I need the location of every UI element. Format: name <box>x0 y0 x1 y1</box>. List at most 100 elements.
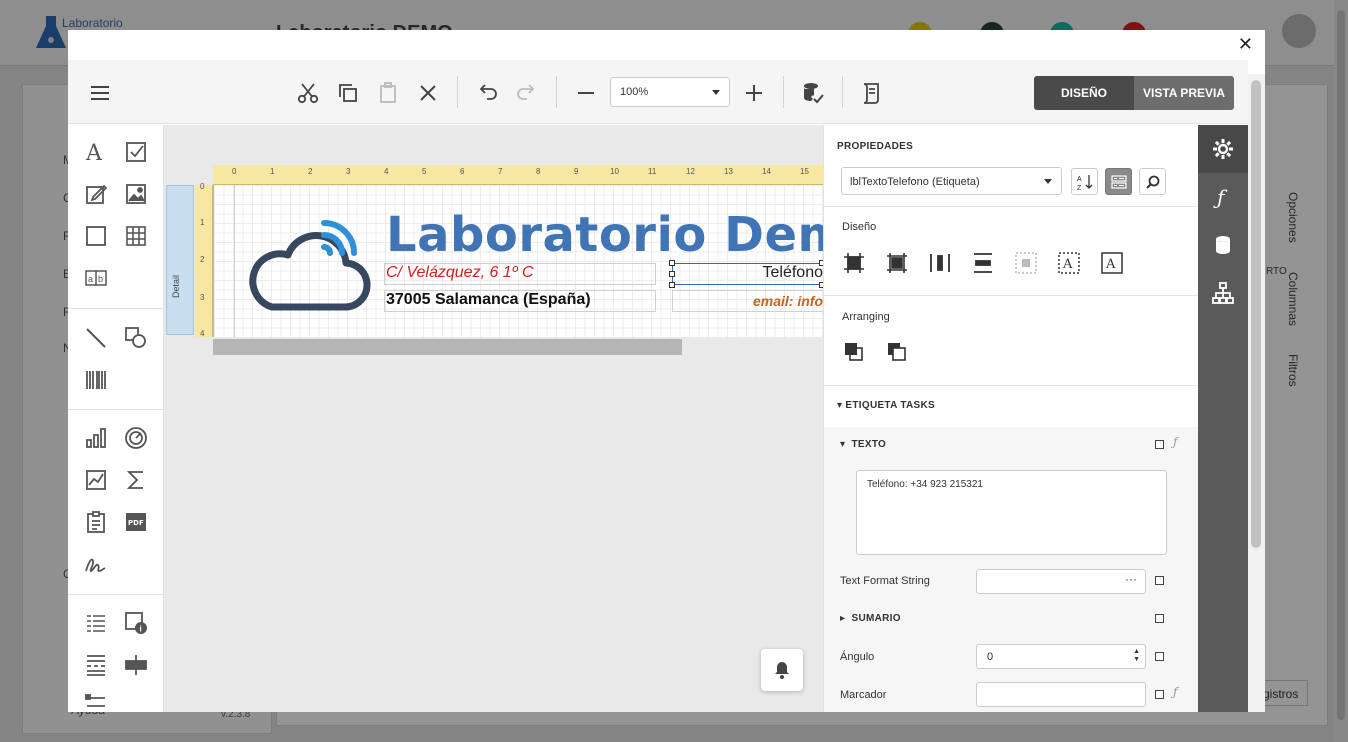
text-format-checkbox[interactable] <box>1155 576 1164 585</box>
zoom-in-icon[interactable] <box>741 80 767 106</box>
chart-tool-icon[interactable] <box>83 425 109 451</box>
zoom-select[interactable]: 100% <box>610 77 730 107</box>
sumario-checkbox[interactable] <box>1155 614 1164 623</box>
cloud-wifi-logo[interactable] <box>244 209 376 317</box>
ruler-tick: 7 <box>498 167 503 176</box>
vertical-ruler: 0 1 2 3 4 <box>195 182 213 338</box>
svg-text:i: i <box>140 625 142 634</box>
clipboard-tool-icon[interactable] <box>83 509 109 535</box>
design-mode-button[interactable]: DISEÑO <box>1034 76 1134 110</box>
tab-expressions[interactable]: ƒ <box>1198 173 1248 221</box>
texto-textarea[interactable]: Teléfono: +34 923 215321 <box>856 470 1167 555</box>
align-to-band-icon[interactable] <box>1013 250 1039 276</box>
center-horizontally-icon[interactable] <box>927 250 953 276</box>
email-label[interactable]: email: info <box>672 290 823 312</box>
toolbar-separator <box>783 76 784 108</box>
undo-icon[interactable] <box>474 80 500 106</box>
panel-tool-icon[interactable] <box>83 223 109 249</box>
checkbox-tool-icon[interactable] <box>123 139 149 165</box>
toolbar-separator <box>457 76 458 108</box>
shape-tool-icon[interactable] <box>123 325 149 351</box>
character-comb-tool-icon[interactable]: ab <box>83 265 109 291</box>
marcador-input[interactable] <box>976 682 1146 707</box>
categorized-icon <box>1110 174 1127 189</box>
marcador-expression-icon[interactable]: ƒ <box>1173 685 1177 699</box>
page-info-tool-icon[interactable]: i <box>123 610 149 636</box>
signature-tool-icon[interactable] <box>83 551 109 577</box>
texto-expression-icon[interactable]: ƒ <box>1173 435 1177 449</box>
categorized-view-button[interactable] <box>1105 168 1132 195</box>
center-vertically-icon[interactable] <box>970 250 996 276</box>
zoom-out-icon[interactable] <box>573 80 599 106</box>
etiqueta-tasks-header[interactable]: ▾ ETIQUETA TASKS <box>837 400 935 411</box>
phone-label-selected[interactable]: Teléfono <box>672 263 823 285</box>
cut-icon[interactable] <box>295 80 321 106</box>
validate-datasource-icon[interactable] <box>800 80 826 106</box>
barcode-tool-icon[interactable] <box>83 367 109 393</box>
gauge-tool-icon[interactable] <box>123 425 149 451</box>
modal-scrollbar-thumb[interactable] <box>1251 80 1261 548</box>
picture-tool-icon[interactable] <box>123 181 149 207</box>
resize-handle[interactable] <box>669 260 675 266</box>
toolbox-separator <box>68 409 164 410</box>
canvas-horizontal-scrollbar[interactable] <box>213 339 682 355</box>
spinner-arrows-icon[interactable]: ▲ ▼ <box>1133 648 1140 664</box>
report-scroll-icon[interactable] <box>858 80 884 106</box>
redo-icon[interactable] <box>514 80 540 106</box>
text-format-input[interactable]: ··· <box>976 569 1146 594</box>
notifications-button[interactable] <box>761 649 803 691</box>
texto-checkbox[interactable] <box>1155 440 1164 449</box>
line-tool-icon[interactable] <box>83 325 109 351</box>
city-label[interactable]: 37005 Salamanca (España) <box>384 290 656 312</box>
cross-band-tool-icon[interactable] <box>123 652 149 678</box>
close-modal-button[interactable]: ✕ <box>1238 34 1253 55</box>
report-page[interactable]: Laboratorio Demo C/ Velázquez, 6 1º C 37… <box>213 185 823 337</box>
hamburger-menu-icon[interactable] <box>87 80 113 106</box>
svg-text:A: A <box>1105 257 1116 272</box>
page-break-tool-icon[interactable] <box>83 652 109 678</box>
ruler-tick: 13 <box>724 167 733 176</box>
tab-report-explorer[interactable] <box>1198 269 1248 317</box>
design-section-label: Diseño <box>842 221 877 233</box>
copy-icon[interactable] <box>335 80 361 106</box>
search-properties-button[interactable] <box>1139 168 1166 195</box>
control-toolbox: A ab PDF i <box>68 125 164 712</box>
sort-alphabetical-button[interactable]: AZ <box>1071 168 1098 195</box>
tab-field-list[interactable] <box>1198 221 1248 269</box>
tab-properties[interactable] <box>1198 125 1248 173</box>
texto-group-header[interactable]: ▾ TEXTO <box>840 439 886 450</box>
sumario-group-header[interactable]: ▸ SUMARIO <box>840 613 901 624</box>
ruler-tick: 0 <box>232 167 237 176</box>
selected-object-select[interactable]: lblTextoTelefono (Etiqueta) <box>841 167 1062 195</box>
detail-band-tab[interactable]: Detail <box>166 185 194 335</box>
align-to-grid-icon[interactable] <box>841 250 867 276</box>
angulo-input[interactable]: 0 ▲ ▼ <box>976 644 1146 669</box>
size-to-content-width-icon[interactable]: A <box>1056 250 1082 276</box>
richtext-tool-icon[interactable] <box>83 181 109 207</box>
modal-scrollbar[interactable] <box>1248 74 1265 712</box>
table-tool-icon[interactable] <box>123 223 149 249</box>
size-to-content-icon[interactable]: A <box>1099 250 1125 276</box>
preview-mode-button[interactable]: VISTA PREVIA <box>1134 76 1234 110</box>
angulo-checkbox[interactable] <box>1155 652 1164 661</box>
summary-sigma-icon[interactable] <box>123 467 149 493</box>
marcador-checkbox[interactable] <box>1155 690 1164 699</box>
company-title-label[interactable]: Laboratorio Demo <box>386 207 823 263</box>
svg-text:A: A <box>1062 257 1073 272</box>
design-surface[interactable]: 0 1 2 3 4 5 6 7 8 9 10 11 12 13 14 15 0 … <box>164 125 823 712</box>
address-label[interactable]: C/ Velázquez, 6 1º C <box>384 263 656 285</box>
cross-line-tool-icon[interactable] <box>83 692 109 712</box>
ruler-tick: 2 <box>200 255 205 264</box>
ellipsis-icon[interactable]: ··· <box>1125 572 1137 586</box>
bring-to-front-icon[interactable] <box>841 339 867 365</box>
paste-icon[interactable] <box>375 80 401 106</box>
resize-handle[interactable] <box>669 271 675 277</box>
resize-handle[interactable] <box>669 282 675 288</box>
pdf-tool-icon[interactable]: PDF <box>123 509 149 535</box>
sparkline-tool-icon[interactable] <box>83 467 109 493</box>
label-tool-icon[interactable]: A <box>83 139 109 166</box>
toc-tool-icon[interactable] <box>83 610 109 636</box>
send-to-back-icon[interactable] <box>884 339 910 365</box>
size-to-grid-icon[interactable] <box>884 250 910 276</box>
delete-icon[interactable] <box>415 80 441 106</box>
